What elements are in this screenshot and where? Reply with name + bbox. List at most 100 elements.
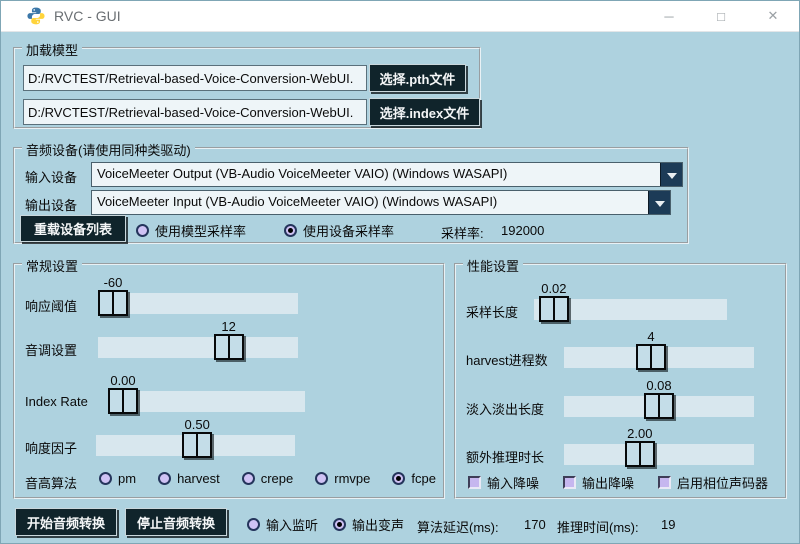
radio-icon[interactable] bbox=[247, 518, 260, 531]
threshold-slider-row: 响应阈值 -60 bbox=[15, 293, 443, 319]
radio-icon[interactable] bbox=[333, 518, 346, 531]
pitch-offset-value: 12 bbox=[221, 319, 235, 334]
crossfade-slider[interactable]: 0.08 bbox=[564, 396, 754, 417]
index-rate-value: 0.00 bbox=[110, 373, 135, 388]
radio-icon[interactable] bbox=[284, 224, 297, 237]
maximize-button[interactable]: □ bbox=[695, 1, 747, 31]
radio-pm[interactable]: pm bbox=[99, 471, 136, 486]
block-time-slider-handle[interactable] bbox=[539, 296, 569, 322]
radio-harvest-label: harvest bbox=[177, 471, 220, 486]
radio-icon[interactable] bbox=[99, 472, 112, 485]
rvc-gui-window: RVC - GUI ─ □ ✕ 加载模型 选择.pth文件 选择.index文件… bbox=[0, 0, 800, 544]
radio-icon[interactable] bbox=[136, 224, 149, 237]
radio-crepe-label: crepe bbox=[261, 471, 294, 486]
radio-icon[interactable] bbox=[158, 472, 171, 485]
performance-settings-group: 性能设置 采样长度 0.02 harvest进程数 4 淡入淡出长度 0.08 … bbox=[454, 263, 787, 499]
extra-time-label: 额外推理时长 bbox=[466, 447, 544, 466]
radio-output-voice[interactable]: 输出变声 bbox=[333, 515, 404, 534]
crossfade-label: 淡入淡出长度 bbox=[466, 399, 544, 418]
general-settings-group: 常规设置 响应阈值 -60 音调设置 12 Index Rate 0.00 响度… bbox=[13, 263, 445, 499]
denoise-checkbox-group: 输入降噪 输出降噪 启用相位声码器 bbox=[468, 473, 768, 492]
radio-crepe[interactable]: crepe bbox=[242, 471, 294, 486]
select-pth-button[interactable]: 选择.pth文件 bbox=[369, 64, 466, 92]
radio-pm-label: pm bbox=[118, 471, 136, 486]
radio-fcpe-label: fcpe bbox=[411, 471, 436, 486]
stop-conversion-button[interactable]: 停止音频转换 bbox=[125, 508, 227, 536]
radio-input-monitor[interactable]: 输入监听 bbox=[247, 515, 318, 534]
radio-rmvpe[interactable]: rmvpe bbox=[315, 471, 370, 486]
harvest-threads-label: harvest进程数 bbox=[466, 350, 548, 369]
checkbox-icon[interactable] bbox=[468, 476, 481, 489]
block-time-value: 0.02 bbox=[541, 281, 566, 296]
radio-icon[interactable] bbox=[315, 472, 328, 485]
loudness-slider-handle[interactable] bbox=[182, 432, 212, 458]
loudness-slider[interactable]: 0.50 bbox=[96, 435, 295, 456]
pitch-algo-radio-group: pm harvest crepe rmvpe fcpe bbox=[99, 471, 436, 486]
pitch-offset-slider[interactable]: 12 bbox=[98, 337, 298, 358]
block-time-slider[interactable]: 0.02 bbox=[534, 299, 727, 320]
pth-path-input[interactable] bbox=[23, 65, 367, 91]
radio-input-monitor-label: 输入监听 bbox=[266, 515, 318, 534]
radio-model-samplerate-label: 使用模型采样率 bbox=[155, 221, 246, 240]
radio-device-samplerate[interactable]: 使用设备采样率 bbox=[284, 221, 394, 240]
audio-device-group: 音频设备(请使用同种类驱动) 输入设备 VoiceMeeter Output (… bbox=[13, 147, 689, 244]
pitch-offset-slider-handle[interactable] bbox=[214, 334, 244, 360]
radio-harvest[interactable]: harvest bbox=[158, 471, 220, 486]
checkbox-icon[interactable] bbox=[563, 476, 576, 489]
output-denoise-checkbox[interactable]: 输出降噪 bbox=[563, 473, 634, 492]
pitch-offset-label: 音调设置 bbox=[25, 340, 77, 359]
index-rate-slider[interactable]: 0.00 bbox=[108, 391, 305, 412]
audio-device-group-title: 音频设备(请使用同种类驱动) bbox=[22, 140, 195, 159]
index-path-input[interactable] bbox=[23, 99, 367, 125]
general-settings-group-title: 常规设置 bbox=[22, 256, 82, 275]
extra-time-slider-handle[interactable] bbox=[625, 441, 655, 467]
radio-model-samplerate[interactable]: 使用模型采样率 bbox=[136, 221, 246, 240]
output-device-select[interactable]: VoiceMeeter Input (VB-Audio VoiceMeeter … bbox=[91, 190, 671, 215]
threshold-slider[interactable]: -60 bbox=[98, 293, 298, 314]
minimize-button[interactable]: ─ bbox=[643, 1, 695, 31]
samplerate-label: 采样率: bbox=[441, 223, 484, 242]
index-rate-slider-row: Index Rate 0.00 bbox=[15, 391, 443, 417]
output-device-label: 输出设备 bbox=[25, 195, 77, 214]
chevron-down-icon[interactable] bbox=[648, 191, 670, 214]
crossfade-slider-handle[interactable] bbox=[644, 393, 674, 419]
index-rate-label: Index Rate bbox=[25, 394, 88, 409]
block-time-slider-row: 采样长度 0.02 bbox=[456, 299, 785, 325]
threshold-slider-handle[interactable] bbox=[98, 290, 128, 316]
infer-time-value: 19 bbox=[661, 517, 675, 532]
samplerate-value: 192000 bbox=[501, 223, 544, 238]
input-device-select[interactable]: VoiceMeeter Output (VB-Audio VoiceMeeter… bbox=[91, 162, 683, 187]
pitch-algo-label: 音高算法 bbox=[25, 473, 77, 492]
phase-vocoder-checkbox[interactable]: 启用相位声码器 bbox=[658, 473, 768, 492]
harvest-threads-value: 4 bbox=[647, 329, 654, 344]
performance-settings-group-title: 性能设置 bbox=[463, 256, 523, 275]
extra-time-value: 2.00 bbox=[627, 426, 652, 441]
harvest-threads-slider[interactable]: 4 bbox=[564, 347, 754, 368]
extra-time-slider-row: 额外推理时长 2.00 bbox=[456, 444, 785, 470]
harvest-threads-slider-handle[interactable] bbox=[636, 344, 666, 370]
loudness-value: 0.50 bbox=[185, 417, 210, 432]
crossfade-value: 0.08 bbox=[646, 378, 671, 393]
select-index-button[interactable]: 选择.index文件 bbox=[369, 98, 480, 126]
start-conversion-button[interactable]: 开始音频转换 bbox=[15, 508, 117, 536]
radio-icon[interactable] bbox=[242, 472, 255, 485]
loudness-slider-row: 响度因子 0.50 bbox=[15, 435, 443, 461]
chevron-down-icon[interactable] bbox=[660, 163, 682, 186]
crossfade-slider-row: 淡入淡出长度 0.08 bbox=[456, 396, 785, 422]
radio-icon[interactable] bbox=[392, 472, 405, 485]
extra-time-slider[interactable]: 2.00 bbox=[564, 444, 754, 465]
load-model-group: 加载模型 选择.pth文件 选择.index文件 bbox=[13, 47, 481, 129]
window-title: RVC - GUI bbox=[54, 8, 121, 24]
threshold-label: 响应阈值 bbox=[25, 296, 77, 315]
index-rate-slider-handle[interactable] bbox=[108, 388, 138, 414]
input-denoise-checkbox[interactable]: 输入降噪 bbox=[468, 473, 539, 492]
output-device-value: VoiceMeeter Input (VB-Audio VoiceMeeter … bbox=[92, 191, 648, 214]
input-denoise-label: 输入降噪 bbox=[487, 473, 539, 492]
radio-device-samplerate-label: 使用设备采样率 bbox=[303, 221, 394, 240]
close-button[interactable]: ✕ bbox=[747, 1, 799, 31]
radio-rmvpe-label: rmvpe bbox=[334, 471, 370, 486]
radio-fcpe[interactable]: fcpe bbox=[392, 471, 436, 486]
block-time-label: 采样长度 bbox=[466, 302, 518, 321]
reload-device-list-button[interactable]: 重载设备列表 bbox=[20, 215, 126, 242]
checkbox-icon[interactable] bbox=[658, 476, 671, 489]
